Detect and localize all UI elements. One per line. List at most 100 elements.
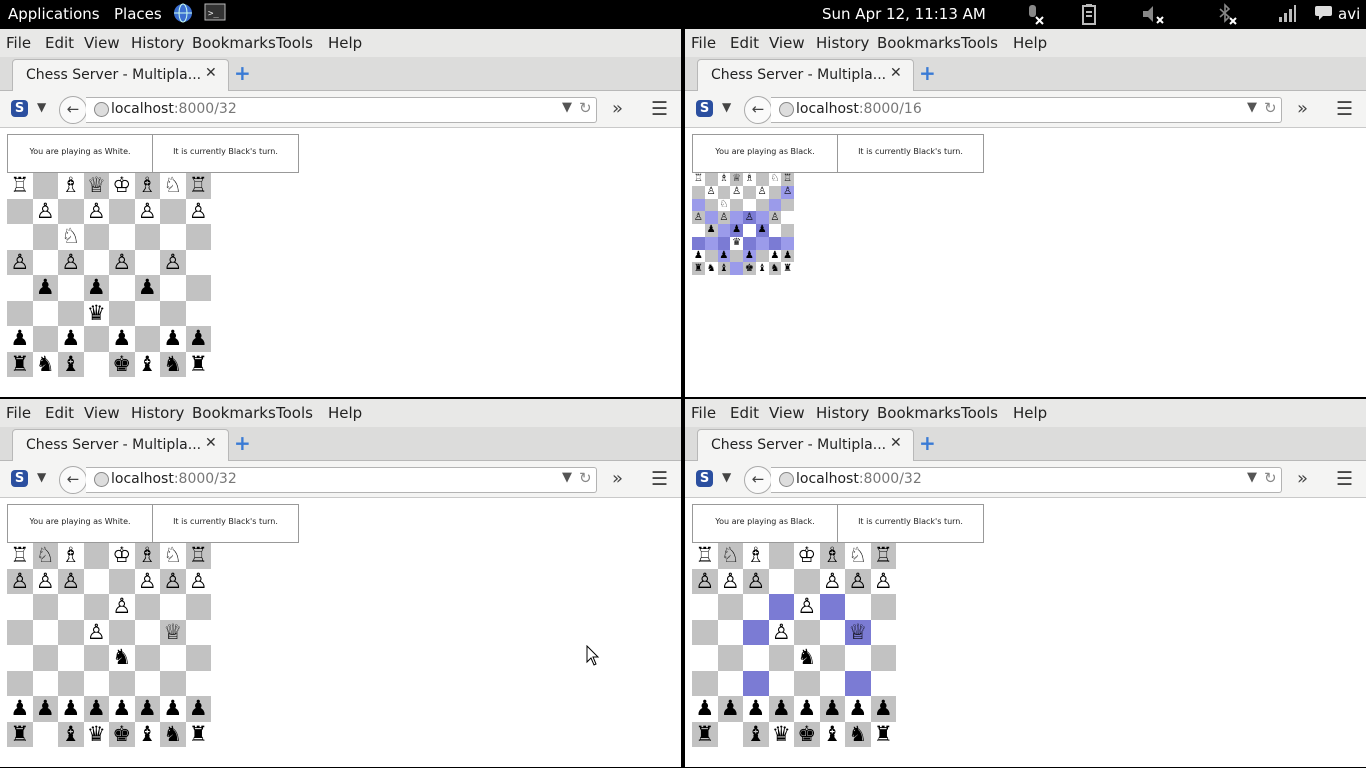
hamburger-menu-icon[interactable]: ☰ bbox=[1336, 468, 1353, 490]
board-square-piece[interactable]: ♟ bbox=[692, 249, 705, 263]
board-square[interactable] bbox=[743, 645, 769, 671]
url-bar[interactable]: localhost:8000/32 ▼ ↻ bbox=[86, 467, 597, 493]
board-square-piece[interactable]: ♖ bbox=[7, 543, 33, 569]
board-square[interactable] bbox=[134, 300, 160, 326]
board-square-piece[interactable]: ♜ bbox=[781, 262, 794, 275]
board-square-piece[interactable]: ♟ bbox=[160, 696, 186, 722]
board-square-piece[interactable]: ♛ bbox=[83, 721, 109, 747]
board-square-piece[interactable]: ♟ bbox=[83, 275, 109, 301]
board-square[interactable] bbox=[743, 670, 769, 696]
menu-history[interactable]: History bbox=[131, 34, 184, 52]
board-square-piece[interactable]: ♟ bbox=[185, 696, 211, 722]
board-square-piece[interactable]: ♟ bbox=[794, 696, 820, 722]
board-square[interactable] bbox=[7, 670, 33, 696]
menu-view[interactable]: View bbox=[84, 34, 120, 52]
board-square-piece[interactable]: ♙ bbox=[185, 198, 211, 224]
board-square[interactable] bbox=[134, 619, 160, 645]
menu-tools[interactable]: Tools bbox=[961, 34, 998, 52]
board-square[interactable] bbox=[32, 670, 58, 696]
menu-view[interactable]: View bbox=[769, 404, 805, 422]
reload-icon[interactable]: ↻ bbox=[579, 99, 592, 117]
board-square-piece[interactable]: ♜ bbox=[692, 721, 718, 747]
url-history-dropdown-icon[interactable]: ▼ bbox=[1247, 100, 1257, 115]
board-square-piece[interactable]: ♙ bbox=[692, 211, 705, 224]
board-square-piece[interactable]: ♞ bbox=[160, 721, 186, 747]
board-square-piece[interactable]: ♟ bbox=[768, 249, 782, 263]
board-square[interactable] bbox=[768, 198, 782, 212]
board-square-piece[interactable]: ♝ bbox=[58, 351, 84, 377]
board-square[interactable] bbox=[160, 670, 186, 696]
board-square[interactable] bbox=[819, 645, 845, 671]
board-square-piece[interactable]: ♘ bbox=[160, 543, 186, 569]
applications-menu[interactable]: Applications bbox=[8, 5, 100, 23]
board-square[interactable] bbox=[768, 594, 794, 620]
url-history-dropdown-icon[interactable]: ▼ bbox=[1247, 470, 1257, 485]
overflow-chevron-icon[interactable]: » bbox=[612, 468, 623, 489]
board-square-piece[interactable]: ♜ bbox=[870, 721, 896, 747]
menu-bookmarks[interactable]: Bookmarks bbox=[192, 34, 276, 52]
menu-edit[interactable]: Edit bbox=[45, 404, 74, 422]
stylish-icon[interactable]: S bbox=[11, 470, 28, 487]
chevron-down-icon[interactable]: ▼ bbox=[37, 100, 46, 114]
menu-history[interactable]: History bbox=[131, 404, 184, 422]
mic-muted-icon[interactable] bbox=[1022, 3, 1044, 25]
board-square[interactable] bbox=[7, 224, 33, 250]
board-square-piece[interactable]: ♟ bbox=[109, 696, 135, 722]
board-square-piece[interactable]: ♞ bbox=[845, 721, 871, 747]
new-tab-icon[interactable]: + bbox=[234, 431, 251, 455]
board-square[interactable] bbox=[819, 670, 845, 696]
board-square[interactable] bbox=[134, 594, 160, 620]
board-square[interactable] bbox=[870, 619, 896, 645]
board-square-piece[interactable]: ♝ bbox=[134, 721, 160, 747]
menu-tools[interactable]: Tools bbox=[276, 404, 313, 422]
chat-icon[interactable] bbox=[1315, 3, 1335, 23]
board-square[interactable] bbox=[819, 594, 845, 620]
board-square[interactable] bbox=[794, 619, 820, 645]
url-text[interactable]: localhost:8000/32 bbox=[111, 101, 237, 117]
board-square[interactable] bbox=[717, 236, 731, 250]
board-square-piece[interactable]: ♕ bbox=[730, 173, 743, 186]
board-square[interactable] bbox=[32, 619, 58, 645]
board-square[interactable] bbox=[58, 619, 84, 645]
board-square[interactable] bbox=[768, 568, 794, 594]
board-square[interactable] bbox=[781, 224, 794, 237]
board-square-piece[interactable]: ♟ bbox=[58, 696, 84, 722]
new-tab-icon[interactable]: + bbox=[234, 61, 251, 85]
board-square[interactable] bbox=[185, 300, 211, 326]
board-square-piece[interactable]: ♟ bbox=[32, 275, 58, 301]
board-square[interactable] bbox=[185, 275, 211, 301]
board-square[interactable] bbox=[692, 594, 718, 620]
close-tab-icon[interactable]: ✕ bbox=[890, 435, 902, 451]
board-square[interactable] bbox=[692, 198, 705, 212]
board-square[interactable] bbox=[781, 211, 794, 224]
board-square-piece[interactable]: ♕ bbox=[845, 619, 871, 645]
close-tab-icon[interactable]: ✕ bbox=[890, 65, 902, 81]
site-identity-icon[interactable] bbox=[94, 102, 109, 117]
url-history-dropdown-icon[interactable]: ▼ bbox=[562, 470, 572, 485]
reload-icon[interactable]: ↻ bbox=[1264, 469, 1277, 487]
board-square-piece[interactable]: ♔ bbox=[109, 173, 135, 199]
board-square-piece[interactable]: ♗ bbox=[58, 173, 84, 199]
board-square-piece[interactable]: ♙ bbox=[7, 568, 33, 594]
board-square[interactable] bbox=[58, 300, 84, 326]
menu-bookmarks[interactable]: Bookmarks bbox=[192, 404, 276, 422]
board-square-piece[interactable]: ♙ bbox=[692, 568, 718, 594]
close-tab-icon[interactable]: ✕ bbox=[205, 65, 217, 81]
board-square-piece[interactable]: ♞ bbox=[160, 351, 186, 377]
menu-bookmarks[interactable]: Bookmarks bbox=[877, 34, 961, 52]
board-square[interactable] bbox=[743, 224, 756, 237]
menu-help[interactable]: Help bbox=[328, 404, 362, 422]
board-square[interactable] bbox=[743, 236, 756, 250]
back-button-icon[interactable]: ← bbox=[744, 466, 772, 494]
new-tab-icon[interactable]: + bbox=[919, 61, 936, 85]
menu-help[interactable]: Help bbox=[328, 34, 362, 52]
board-square-piece[interactable]: ♙ bbox=[134, 198, 160, 224]
board-square[interactable] bbox=[730, 198, 743, 212]
board-square-piece[interactable]: ♖ bbox=[185, 173, 211, 199]
reload-icon[interactable]: ↻ bbox=[579, 469, 592, 487]
board-square-piece[interactable]: ♟ bbox=[7, 326, 33, 352]
board-square-piece[interactable]: ♟ bbox=[717, 249, 731, 263]
menu-help[interactable]: Help bbox=[1013, 404, 1047, 422]
url-text[interactable]: localhost:8000/16 bbox=[796, 101, 922, 117]
board-square-piece[interactable]: ♙ bbox=[109, 249, 135, 275]
